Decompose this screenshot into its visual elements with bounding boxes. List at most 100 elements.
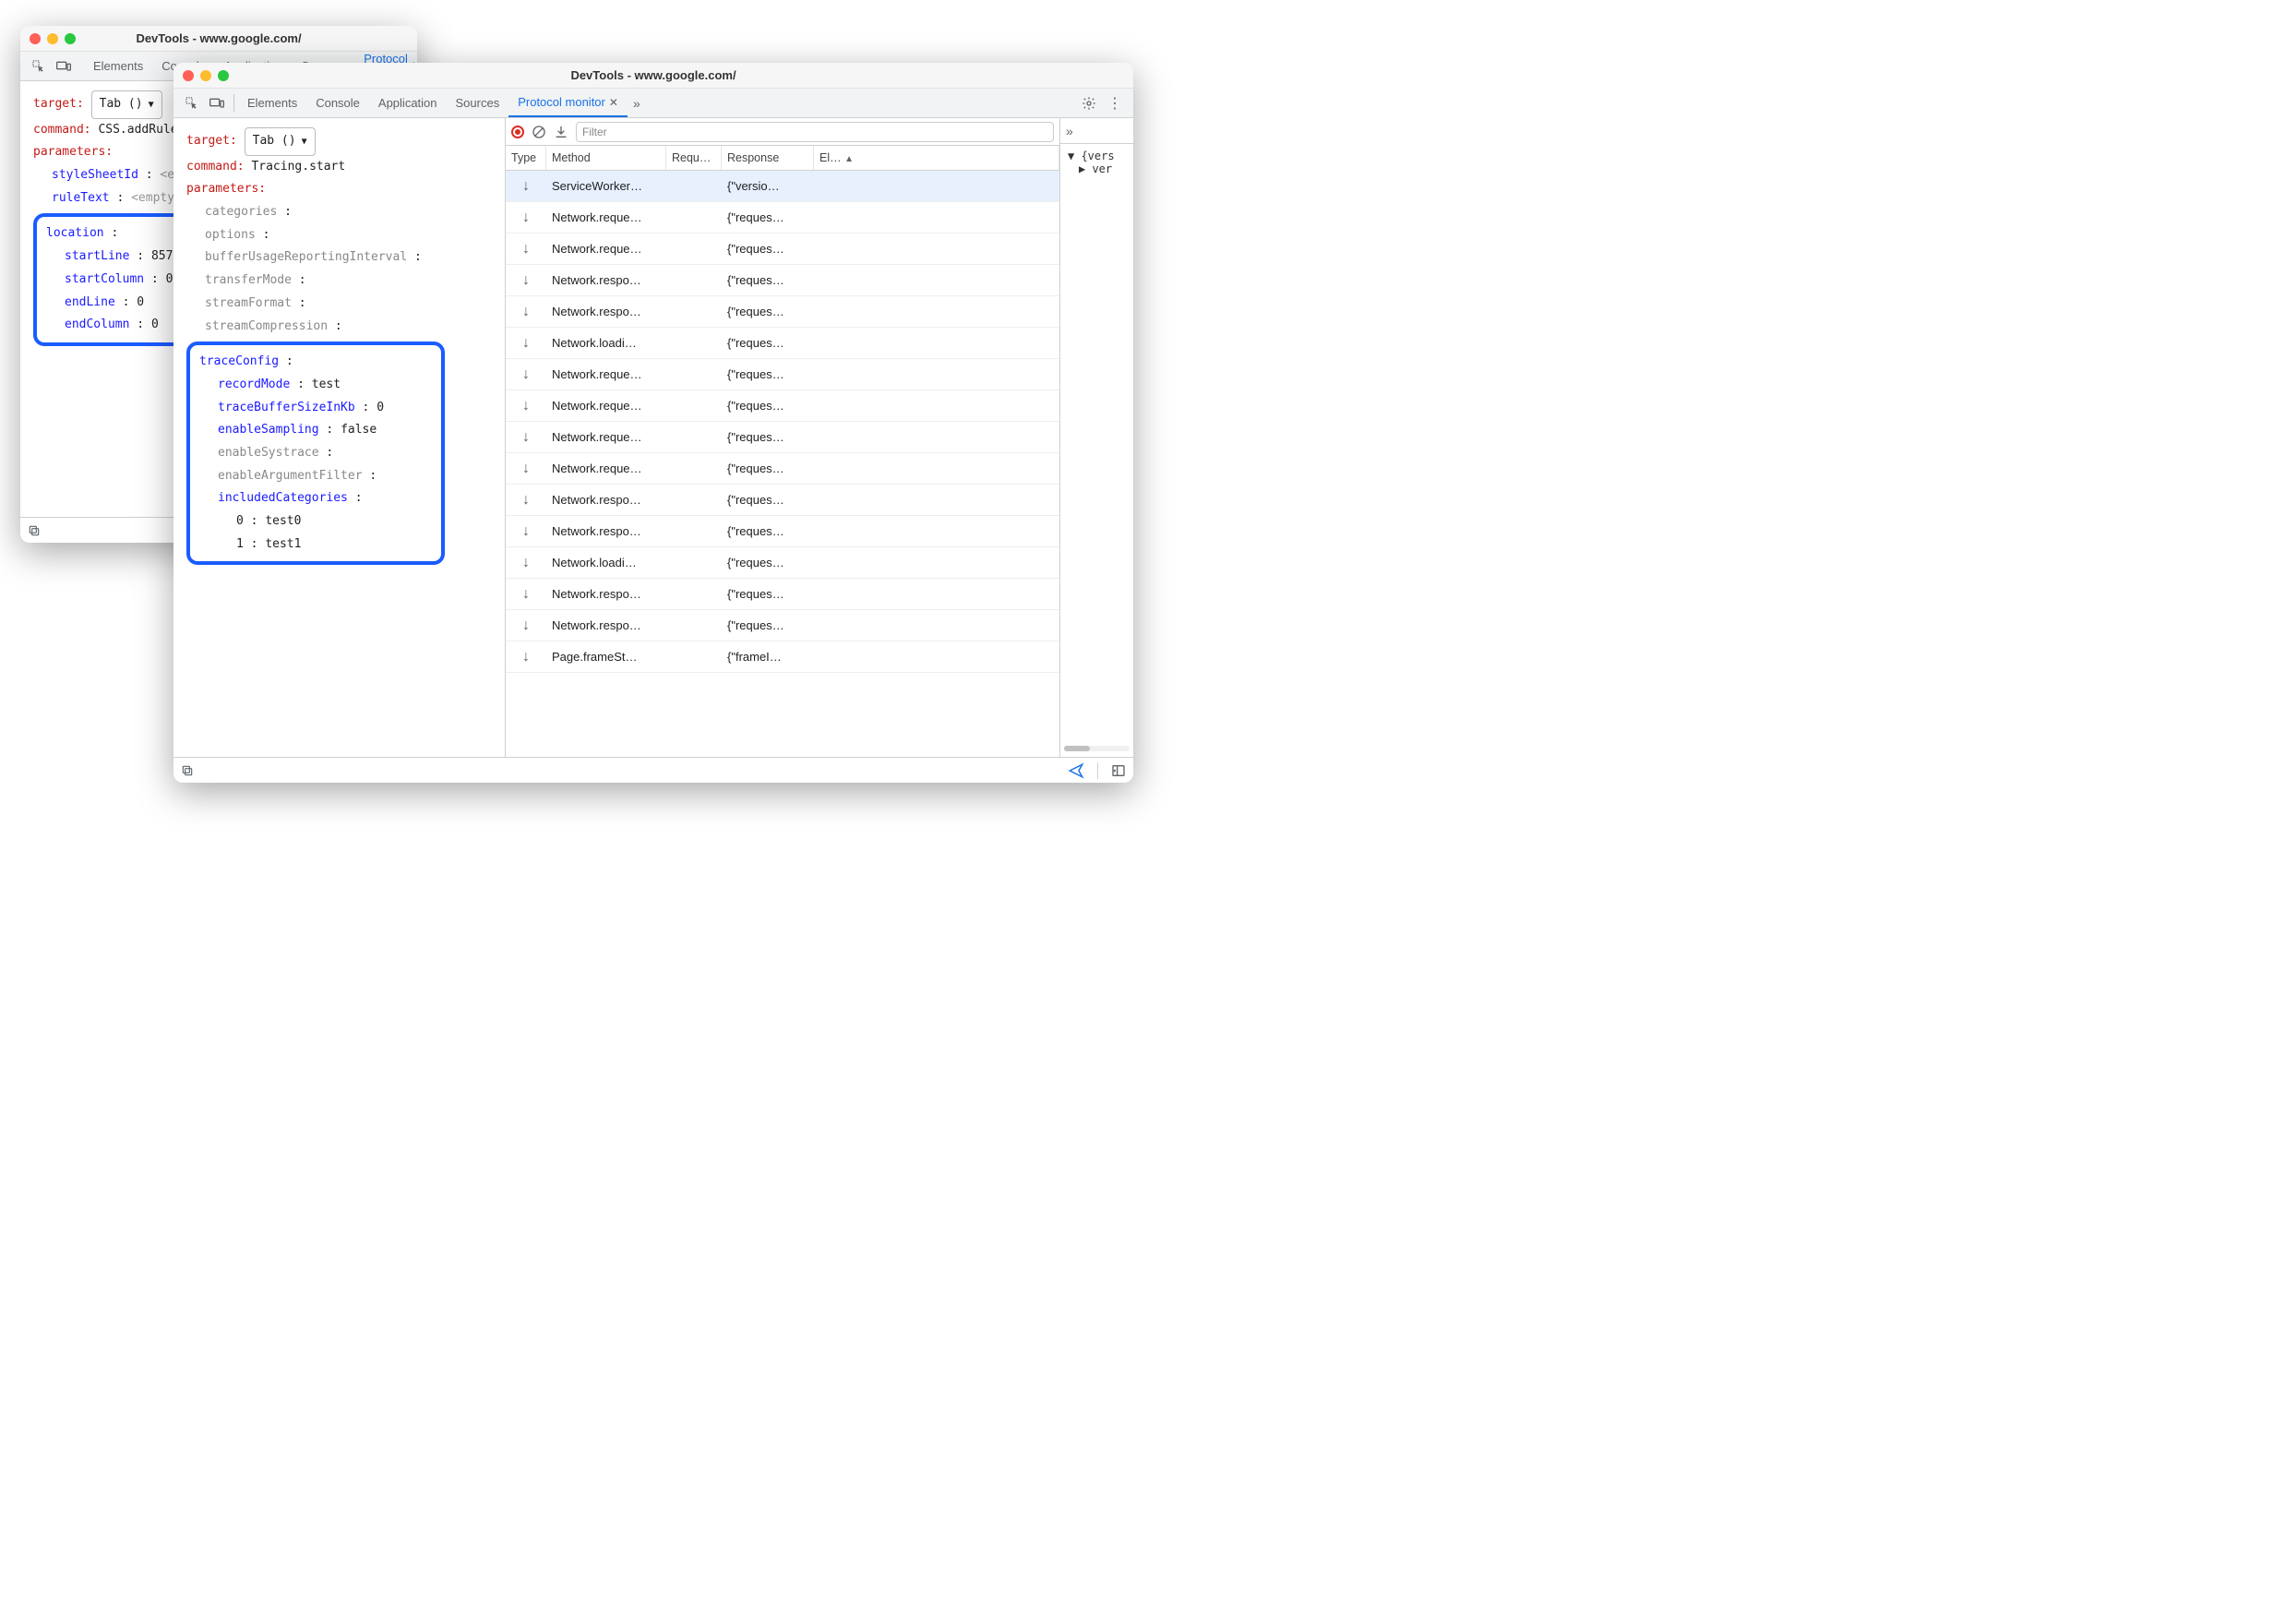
arrow-down-icon: ↓ <box>506 649 546 665</box>
traffic-lights[interactable] <box>183 70 229 81</box>
param-row[interactable]: includedCategories : <box>199 487 432 510</box>
param-row[interactable]: bufferUsageReportingInterval : <box>186 246 492 270</box>
more-tabs-icon[interactable]: » <box>628 89 646 117</box>
copy-icon[interactable] <box>181 764 194 777</box>
titlebar: DevTools - www.google.com/ <box>173 63 1133 89</box>
traffic-lights[interactable] <box>30 33 76 44</box>
cell-response: {"reques… <box>722 242 814 256</box>
settings-icon[interactable] <box>1076 89 1102 117</box>
parameters-row: parameters: <box>186 178 492 201</box>
param-row[interactable]: streamFormat : <box>186 293 492 316</box>
table-row[interactable]: ↓Network.reque…{"reques… <box>506 422 1059 453</box>
tab-console[interactable]: Console <box>306 89 369 117</box>
cell-method: Network.reque… <box>546 242 666 256</box>
highlight-box: traceConfig : recordMode : testtraceBuff… <box>186 342 445 565</box>
minimize-icon[interactable] <box>200 70 211 81</box>
table-row[interactable]: ↓Network.reque…{"reques… <box>506 453 1059 485</box>
table-row[interactable]: ↓Network.loadi…{"reques… <box>506 547 1059 579</box>
close-icon[interactable] <box>183 70 194 81</box>
cell-response: {"reques… <box>722 273 814 287</box>
filter-input[interactable]: Filter <box>576 122 1054 142</box>
table-toolbar: Filter <box>506 118 1059 146</box>
window-title: DevTools - www.google.com/ <box>20 31 417 45</box>
param-row[interactable]: traceBufferSizeInKb : 0 <box>199 397 432 420</box>
tab-sources[interactable]: Sources <box>447 89 509 117</box>
sidebar-header: » <box>1060 118 1133 144</box>
table-row[interactable]: ↓Network.respo…{"reques… <box>506 610 1059 641</box>
protocol-table-pane: Filter Type Method Requ… Response El… ▲ … <box>506 118 1059 757</box>
copy-icon[interactable] <box>28 524 41 537</box>
target-select[interactable]: Tab ()▼ <box>91 90 162 119</box>
panel-toggle-icon[interactable] <box>1111 763 1126 778</box>
cell-method: Network.loadi… <box>546 556 666 569</box>
close-icon[interactable] <box>30 33 41 44</box>
arrow-down-icon: ↓ <box>506 523 546 540</box>
table-row[interactable]: ↓Network.respo…{"reques… <box>506 485 1059 516</box>
tree-node[interactable]: ▼ {vers <box>1068 150 1126 162</box>
param-row[interactable]: recordMode : test <box>199 374 432 397</box>
table-row[interactable]: ↓Network.reque…{"reques… <box>506 202 1059 234</box>
param-row[interactable]: 1 : test1 <box>199 533 432 557</box>
table-row[interactable]: ↓Page.frameSt…{"frameI… <box>506 641 1059 673</box>
param-row[interactable]: transferMode : <box>186 270 492 293</box>
param-row[interactable]: streamCompression : <box>186 316 492 339</box>
more-tabs-icon[interactable]: » <box>1066 124 1073 138</box>
col-method[interactable]: Method <box>546 146 666 170</box>
table-row[interactable]: ↓ServiceWorker…{"versio… <box>506 171 1059 202</box>
arrow-down-icon: ↓ <box>506 210 546 226</box>
inspect-icon[interactable] <box>26 52 51 80</box>
target-select[interactable]: Tab ()▼ <box>245 127 316 156</box>
param-row[interactable]: 0 : test0 <box>199 510 432 533</box>
col-type[interactable]: Type <box>506 146 546 170</box>
cell-response: {"reques… <box>722 210 814 224</box>
cell-method: Network.reque… <box>546 461 666 475</box>
tab-application[interactable]: Application <box>369 89 447 117</box>
tab-protocol-monitor[interactable]: Protocol monitor✕ <box>508 89 628 117</box>
device-icon[interactable] <box>51 52 77 80</box>
col-request[interactable]: Requ… <box>666 146 722 170</box>
param-row[interactable]: options : <box>186 224 492 247</box>
cell-method: Network.respo… <box>546 305 666 318</box>
send-icon[interactable] <box>1068 762 1084 779</box>
tab-elements[interactable]: Elements <box>84 52 152 80</box>
table-row[interactable]: ↓Network.respo…{"reques… <box>506 296 1059 328</box>
param-row[interactable]: traceConfig : <box>199 351 432 374</box>
tab-elements[interactable]: Elements <box>238 89 306 117</box>
zoom-icon[interactable] <box>218 70 229 81</box>
table-row[interactable]: ↓Network.respo…{"reques… <box>506 265 1059 296</box>
table-row[interactable]: ↓Network.reque… {"reques… <box>506 234 1059 265</box>
cell-response: {"reques… <box>722 336 814 350</box>
close-tab-icon[interactable]: ✕ <box>609 96 618 109</box>
minimize-icon[interactable] <box>47 33 58 44</box>
download-icon[interactable] <box>554 125 568 139</box>
device-icon[interactable] <box>204 89 230 117</box>
param-row[interactable]: enableArgumentFilter : <box>199 465 432 488</box>
cell-response: {"reques… <box>722 305 814 318</box>
param-row[interactable]: enableSystrace : <box>199 442 432 465</box>
inspect-icon[interactable] <box>179 89 204 117</box>
cell-method: Network.respo… <box>546 273 666 287</box>
table-row[interactable]: ↓Network.respo…{"reques… <box>506 516 1059 547</box>
cell-response: {"reques… <box>722 461 814 475</box>
scrollbar[interactable] <box>1064 746 1130 751</box>
kebab-menu-icon[interactable]: ⋮ <box>1102 89 1128 117</box>
tab-bar: Elements Console Application Sources Pro… <box>173 89 1133 118</box>
table-row[interactable]: ↓Network.loadi…{"reques… <box>506 328 1059 359</box>
param-row[interactable]: enableSampling : false <box>199 419 432 442</box>
col-elapsed[interactable]: El… ▲ <box>814 146 1059 170</box>
record-icon[interactable] <box>511 126 524 138</box>
arrow-down-icon: ↓ <box>506 617 546 634</box>
zoom-icon[interactable] <box>65 33 76 44</box>
table-row[interactable]: ↓Network.reque…{"reques… <box>506 390 1059 422</box>
arrow-down-icon: ↓ <box>506 241 546 258</box>
col-response[interactable]: Response <box>722 146 814 170</box>
table-row[interactable]: ↓Network.respo…{"reques… <box>506 579 1059 610</box>
table-row[interactable]: ↓Network.reque…{"reques… <box>506 359 1059 390</box>
titlebar: DevTools - www.google.com/ <box>20 26 417 52</box>
arrow-down-icon: ↓ <box>506 586 546 603</box>
param-row[interactable]: categories : <box>186 201 492 224</box>
tree-node[interactable]: ▶ ver <box>1068 162 1126 175</box>
arrow-down-icon: ↓ <box>506 492 546 509</box>
clear-icon[interactable] <box>532 125 546 139</box>
cell-method: Network.respo… <box>546 524 666 538</box>
